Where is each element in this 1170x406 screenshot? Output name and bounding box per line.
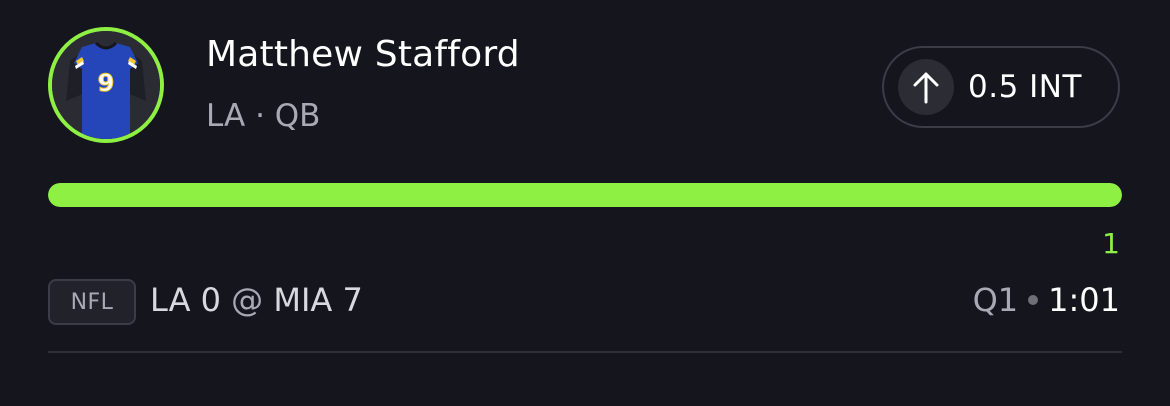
game-time: 1:01 [1048,281,1120,319]
home-team: MIA [273,281,333,319]
at-symbol: @ [231,281,264,319]
pick-label: 0.5 INT [968,69,1082,105]
away-score: 0 [200,281,221,319]
player-avatar: 9 [48,27,164,143]
separator: · [255,98,265,134]
pick-button[interactable]: 0.5 INT [882,46,1120,128]
league-badge: NFL [48,279,136,325]
progress-bar [48,183,1122,207]
player-team-position: LA · QB [206,98,320,134]
game-clock: Q1 1:01 [973,281,1120,319]
game-matchup: LA 0 @ MIA 7 [150,281,363,319]
progress-value: 1 [1102,227,1120,260]
player-position: QB [274,98,321,134]
player-name: Matthew Stafford [206,34,520,75]
dot-separator [1028,295,1039,305]
jersey-icon: 9 [52,31,160,139]
jersey-number: 9 [98,69,115,97]
progress-fill [48,183,1122,207]
player-pick-card[interactable]: 9 Matthew Stafford LA · QB 0.5 INT 1 NFL… [0,0,1170,406]
player-team: LA [206,98,246,134]
game-quarter: Q1 [972,281,1019,319]
arrow-up-icon [898,59,954,115]
away-team: LA [150,281,191,319]
home-score: 7 [342,281,363,319]
divider [48,351,1122,353]
